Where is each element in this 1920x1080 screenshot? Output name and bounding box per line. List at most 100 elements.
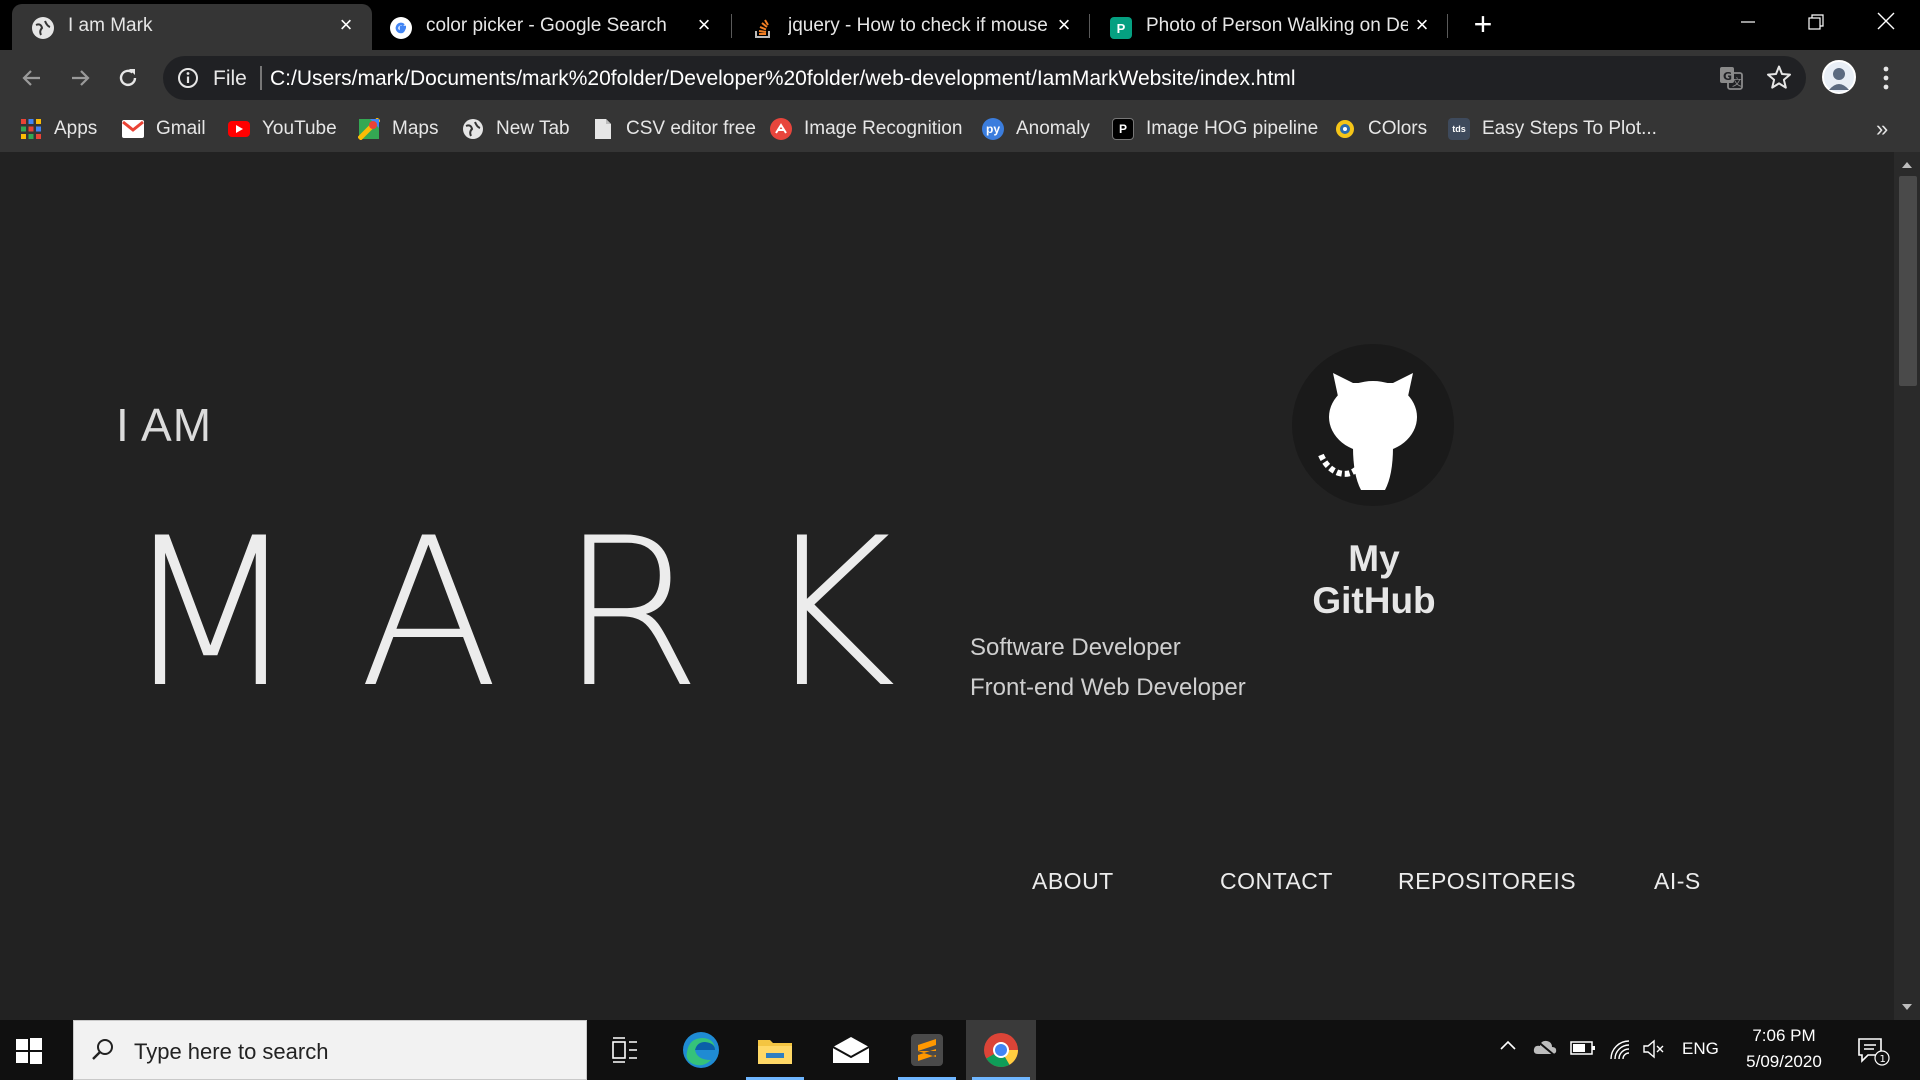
- web-page: I AM MARK My GitHub Software Developer F…: [0, 152, 1894, 1020]
- edge-browser-icon[interactable]: [666, 1020, 736, 1080]
- clock-date[interactable]: 5/09/2020: [1738, 1052, 1830, 1072]
- notification-center-icon[interactable]: 1: [1856, 1036, 1890, 1071]
- globe-icon: [32, 17, 54, 39]
- gmail-icon: [122, 118, 144, 140]
- minimize-button[interactable]: [1728, 8, 1768, 38]
- bookmark-colors[interactable]: COlors: [1334, 114, 1427, 144]
- bookmark-label: Apps: [54, 118, 98, 139]
- bookmark-new-tab[interactable]: New Tab: [462, 114, 570, 144]
- intro-text: I AM: [116, 399, 213, 451]
- close-window-button[interactable]: [1866, 8, 1906, 38]
- tab-color-picker[interactable]: color picker - Google Search ×: [370, 4, 730, 50]
- pexels-icon: P: [1110, 17, 1132, 39]
- search-icon: [90, 1037, 116, 1068]
- github-octocat-icon: [1318, 373, 1417, 490]
- address-divider: [260, 66, 262, 90]
- chrome-icon[interactable]: [966, 1020, 1036, 1080]
- bookmark-image-recognition[interactable]: Image Recognition: [770, 114, 962, 144]
- maps-icon: [358, 118, 380, 140]
- tab-title: jquery - How to check if mouse is: [788, 15, 1050, 36]
- close-icon[interactable]: ×: [694, 14, 714, 36]
- bookmark-label: Easy Steps To Plot...: [1482, 118, 1657, 139]
- tab-title: I am Mark: [68, 15, 153, 36]
- youtube-icon: [228, 121, 250, 137]
- show-hidden-icons-chevron-icon[interactable]: [1498, 1036, 1518, 1061]
- windows-taskbar: Type here to search ENG 7:06 PM 5/09/202…: [0, 1020, 1920, 1080]
- more-menu-icon[interactable]: [1876, 64, 1896, 94]
- restore-button[interactable]: [1796, 8, 1836, 38]
- svg-text:G: G: [1723, 70, 1732, 83]
- profile-avatar[interactable]: [1822, 60, 1856, 94]
- taskbar-search-box[interactable]: Type here to search: [73, 1020, 587, 1080]
- close-icon[interactable]: ×: [336, 14, 356, 36]
- nav-ai-s-link[interactable]: AI-S: [1654, 868, 1701, 895]
- url-text[interactable]: C:/Users/mark/Documents/mark%20folder/De…: [270, 67, 1296, 91]
- bookmark-gmail[interactable]: Gmail: [122, 114, 206, 144]
- nav-contact-link[interactable]: CONTACT: [1220, 868, 1333, 895]
- clock-time[interactable]: 7:06 PM: [1738, 1026, 1830, 1046]
- tab-title: Photo of Person Walking on Dese: [1146, 15, 1408, 36]
- more-bookmarks-chevron-icon[interactable]: »: [1876, 116, 1888, 142]
- tab-pexels-photo[interactable]: P Photo of Person Walking on Dese ×: [1090, 4, 1448, 50]
- bookmark-easy-steps[interactable]: tds Easy Steps To Plot...: [1448, 114, 1657, 144]
- translate-icon[interactable]: G文: [1718, 65, 1744, 96]
- bookmark-csv-editor[interactable]: CSV editor free: [592, 114, 756, 144]
- bookmark-label: CSV editor free: [626, 118, 756, 139]
- wifi-icon[interactable]: [1608, 1038, 1632, 1065]
- github-link[interactable]: [1292, 344, 1454, 506]
- battery-icon[interactable]: [1570, 1040, 1596, 1061]
- colors-icon: [1334, 118, 1356, 140]
- stackoverflow-icon: [752, 17, 774, 39]
- new-tab-button[interactable]: +: [1468, 8, 1498, 40]
- reload-button[interactable]: [110, 60, 146, 96]
- forward-button[interactable]: [62, 60, 98, 96]
- tab-title: color picker - Google Search: [426, 15, 667, 36]
- svg-text:文: 文: [1732, 76, 1742, 89]
- tab-jquery-question[interactable]: jquery - How to check if mouse is ×: [732, 4, 1090, 50]
- scheme-label: File: [213, 67, 247, 90]
- bookmark-label: YouTube: [262, 118, 337, 139]
- scrollbar-thumb[interactable]: [1899, 176, 1917, 386]
- input-language[interactable]: ENG: [1682, 1039, 1719, 1059]
- search-placeholder: Type here to search: [134, 1039, 329, 1064]
- role-front-end-web-developer: Front-end Web Developer: [970, 674, 1246, 701]
- tds-icon: tds: [1448, 118, 1470, 140]
- bookmark-star-icon[interactable]: [1766, 64, 1792, 95]
- close-icon[interactable]: ×: [1054, 14, 1074, 36]
- volume-muted-icon[interactable]: [1642, 1038, 1666, 1065]
- tab-i-am-mark[interactable]: I am Mark ×: [12, 4, 372, 50]
- onedrive-cloud-icon[interactable]: [1532, 1038, 1558, 1061]
- anomaly-icon: py: [982, 118, 1004, 140]
- nav-about-link[interactable]: ABOUT: [1032, 868, 1114, 895]
- sublime-text-icon[interactable]: [892, 1020, 962, 1080]
- google-icon: [390, 17, 412, 39]
- bookmark-label: Image Recognition: [804, 118, 963, 139]
- windows-start-icon[interactable]: [14, 1036, 44, 1066]
- file-explorer-icon[interactable]: [740, 1020, 810, 1080]
- bookmark-anomaly[interactable]: py Anomaly: [982, 114, 1090, 144]
- bookmark-apps[interactable]: Apps: [20, 114, 97, 144]
- info-icon[interactable]: [177, 67, 199, 94]
- hero-name: MARK: [122, 495, 956, 733]
- bookmark-image-hog[interactable]: P Image HOG pipeline: [1112, 114, 1318, 144]
- globe-icon: [462, 118, 484, 140]
- close-icon[interactable]: ×: [1412, 14, 1432, 36]
- tab-strip: I am Mark × color picker - Google Search…: [0, 0, 1920, 50]
- image-recognition-icon: [770, 118, 792, 140]
- github-label[interactable]: My GitHub: [1284, 538, 1464, 622]
- bookmark-youtube[interactable]: YouTube: [228, 114, 337, 144]
- bookmark-label: COlors: [1368, 118, 1428, 139]
- notification-count: 1: [1880, 1054, 1886, 1065]
- task-view-icon[interactable]: [590, 1020, 660, 1080]
- bookmark-label: Anomaly: [1016, 118, 1090, 139]
- bookmark-label: New Tab: [496, 118, 570, 139]
- bookmark-label: Image HOG pipeline: [1146, 118, 1319, 139]
- browser-toolbar: File C:/Users/mark/Documents/mark%20fold…: [0, 50, 1920, 106]
- bookmarks-bar: Apps Gmail YouTube Maps New Tab CSV edit…: [0, 106, 1920, 152]
- bookmark-maps[interactable]: Maps: [358, 114, 438, 144]
- back-button[interactable]: [14, 60, 50, 96]
- nav-repositories-link[interactable]: REPOSITOREIS: [1398, 868, 1576, 895]
- mail-icon[interactable]: [816, 1020, 886, 1080]
- address-bar[interactable]: File C:/Users/mark/Documents/mark%20fold…: [163, 56, 1806, 100]
- bookmark-label: Gmail: [156, 118, 206, 139]
